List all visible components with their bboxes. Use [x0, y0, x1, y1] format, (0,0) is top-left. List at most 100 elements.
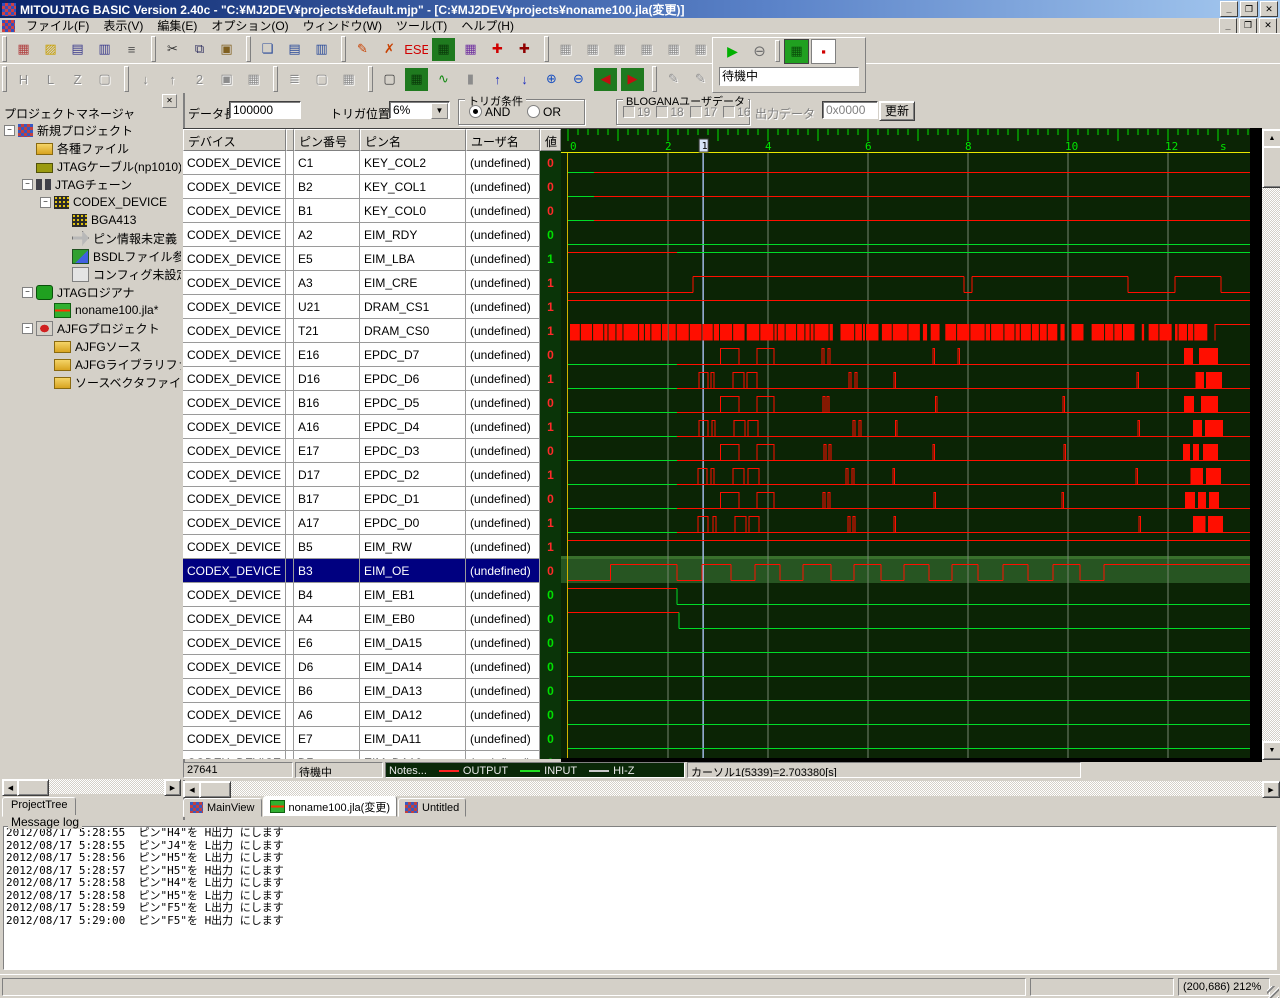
tree-item[interactable]: noname100.jla*: [2, 301, 181, 319]
table-row[interactable]: CODEX_DEVICE D6 EIM_DA14 (undefined): [183, 655, 540, 679]
zoom-in-icon[interactable]: ⊕: [539, 66, 564, 92]
blogana-check-19[interactable]: 19: [623, 105, 650, 119]
bram-icon[interactable]: ▦: [404, 66, 429, 92]
blogana-check-17[interactable]: 17: [689, 105, 717, 119]
cut-icon[interactable]: ✂: [160, 36, 185, 62]
probe-set-icon[interactable]: ✎: [350, 36, 375, 62]
column-header[interactable]: ユーザ名: [466, 129, 540, 151]
tree-item[interactable]: BSDLファイル参照: [2, 247, 181, 265]
scroll-right-icon[interactable]: ▶: [1262, 781, 1280, 798]
trigger-or-radio[interactable]: OR: [527, 105, 561, 119]
table-row[interactable]: CODEX_DEVICE C1 KEY_COL2 (undefined): [183, 151, 540, 175]
tree-item[interactable]: BGA413: [2, 211, 181, 229]
toolbar-grip[interactable]: [368, 66, 373, 92]
chevron-down-icon[interactable]: ▼: [431, 103, 448, 119]
toolbar-grip[interactable]: [341, 36, 346, 62]
prev-edge-icon[interactable]: ◀: [593, 66, 618, 92]
reset-icon[interactable]: RESET: [404, 36, 429, 62]
mdi-minimize-button[interactable]: _: [1219, 17, 1237, 34]
add-output-pin-icon[interactable]: ✚: [485, 36, 510, 62]
logana-mode-icon[interactable]: ▦: [784, 38, 809, 64]
tree-item[interactable]: コンフィグ未設定: [2, 265, 181, 283]
tree-item[interactable]: − 新規プロジェクト: [2, 121, 181, 139]
column-header[interactable]: [286, 129, 294, 151]
toolbar-grip[interactable]: [652, 66, 657, 92]
toolbar-grip[interactable]: [273, 66, 278, 92]
table-row[interactable]: CODEX_DEVICE A2 EIM_RDY (undefined): [183, 223, 540, 247]
column-header[interactable]: ピン番号: [294, 129, 360, 151]
pause-icon[interactable]: ▮: [458, 66, 483, 92]
tab-mainview[interactable]: MainView: [183, 798, 262, 817]
trigger-and-radio[interactable]: AND: [469, 105, 510, 119]
tree-item[interactable]: − JTAGチェーン: [2, 175, 181, 193]
scroll-right-icon[interactable]: ▶: [164, 779, 181, 796]
notes-label[interactable]: Notes...: [389, 765, 427, 777]
table-row[interactable]: CODEX_DEVICE D16 EPDC_D6 (undefined): [183, 367, 540, 391]
open-icon[interactable]: ▨: [38, 36, 63, 62]
table-row[interactable]: CODEX_DEVICE A6 EIM_DA12 (undefined): [183, 703, 540, 727]
scroll-down-icon[interactable]: ↓: [512, 66, 537, 92]
table-row[interactable]: CODEX_DEVICE B1 KEY_COL0 (undefined): [183, 199, 540, 223]
table-row[interactable]: CODEX_DEVICE E7 EIM_DA11 (undefined): [183, 727, 540, 751]
waveform-canvas[interactable]: 0 2 4 6 8 10 12 s 1: [561, 128, 1250, 759]
tree-expand-icon[interactable]: −: [22, 286, 33, 298]
tree-item[interactable]: AJFGソース: [2, 337, 181, 355]
toolbar-grip[interactable]: [2, 66, 7, 92]
toolbar-grip[interactable]: [2, 36, 7, 62]
table-row[interactable]: CODEX_DEVICE A3 EIM_CRE (undefined): [183, 271, 540, 295]
save-all-icon[interactable]: ▥: [92, 36, 117, 62]
blogana-check-16[interactable]: 16: [723, 105, 750, 119]
toolbar-grip[interactable]: [151, 36, 156, 62]
mdi-close-button[interactable]: ✕: [1259, 17, 1277, 34]
copy-icon[interactable]: ⧉: [187, 36, 212, 62]
save-icon[interactable]: ▤: [65, 36, 90, 62]
table-row[interactable]: CODEX_DEVICE B4 EIM_EB1 (undefined): [183, 583, 540, 607]
ajfg-mode-icon[interactable]: ▪: [811, 38, 836, 64]
scroll-up-icon[interactable]: ↑: [485, 66, 510, 92]
tile-vertical-icon[interactable]: ▥: [309, 36, 334, 62]
column-header[interactable]: ピン名: [360, 129, 466, 151]
table-row[interactable]: CODEX_DEVICE B3 EIM_OE (undefined): [183, 559, 540, 583]
tab-untitled[interactable]: Untitled: [398, 798, 467, 817]
config-device-icon[interactable]: ▦: [458, 36, 483, 62]
run-button[interactable]: ▶: [720, 38, 745, 64]
toolbar-grip[interactable]: [544, 36, 549, 62]
tree-item[interactable]: ソースベクタファイル: [2, 373, 181, 391]
table-row[interactable]: CODEX_DEVICE E6 EIM_DA15 (undefined): [183, 631, 540, 655]
tab-noname100-jla-[interactable]: noname100.jla(変更): [262, 796, 397, 817]
table-row[interactable]: CODEX_DEVICE B2 KEY_COL1 (undefined): [183, 175, 540, 199]
zoom-out-icon[interactable]: ⊖: [566, 66, 591, 92]
add-input-pin-icon[interactable]: ✚: [512, 36, 537, 62]
tab-projecttree[interactable]: ProjectTree: [2, 797, 77, 817]
table-row[interactable]: CODEX_DEVICE U21 DRAM_CS1 (undefined): [183, 295, 540, 319]
wave-hscrollbar[interactable]: ◀ ▶: [183, 781, 1280, 798]
toolbar-grip[interactable]: [246, 36, 251, 62]
next-edge-icon[interactable]: ▶: [620, 66, 645, 92]
tree-item[interactable]: ピン情報未定義: [2, 229, 181, 247]
new-doc-icon[interactable]: ▢: [377, 66, 402, 92]
tile-horizontal-icon[interactable]: ▤: [282, 36, 307, 62]
tree-hscrollbar[interactable]: ◀ ▶: [2, 779, 181, 796]
cascade-windows-icon[interactable]: ❏: [255, 36, 280, 62]
wave-hscroll-thumb[interactable]: [199, 781, 231, 798]
table-row[interactable]: CODEX_DEVICE E17 EPDC_D3 (undefined): [183, 439, 540, 463]
trigger-pos-select[interactable]: 6% ▼: [389, 101, 450, 119]
probe-clear-icon[interactable]: ✗: [377, 36, 402, 62]
table-row[interactable]: CODEX_DEVICE D7EIM_DA10(undefined): [183, 751, 540, 759]
tree-item[interactable]: − AJFGプロジェクト: [2, 319, 181, 337]
column-header[interactable]: デバイス: [183, 129, 286, 151]
resize-grip[interactable]: [1267, 986, 1279, 998]
table-row[interactable]: CODEX_DEVICE B16 EPDC_D5 (undefined): [183, 391, 540, 415]
tree-item[interactable]: − JTAGロジアナ: [2, 283, 181, 301]
table-row[interactable]: CODEX_DEVICE B17 EPDC_D1 (undefined): [183, 487, 540, 511]
table-row[interactable]: CODEX_DEVICE D17 EPDC_D2 (undefined): [183, 463, 540, 487]
tree-item[interactable]: AJFGライブラリファイル: [2, 355, 181, 373]
tree-hscroll-thumb[interactable]: [17, 779, 49, 796]
checkbox-icon[interactable]: [623, 106, 635, 118]
toolbar-grip[interactable]: [124, 66, 129, 92]
data-length-input[interactable]: 100000: [229, 101, 301, 119]
update-button[interactable]: 更新: [879, 101, 915, 121]
checkbox-icon[interactable]: [723, 106, 736, 118]
boundary-scan-icon[interactable]: ▦: [431, 36, 456, 62]
table-row[interactable]: CODEX_DEVICE A17 EPDC_D0 (undefined): [183, 511, 540, 535]
